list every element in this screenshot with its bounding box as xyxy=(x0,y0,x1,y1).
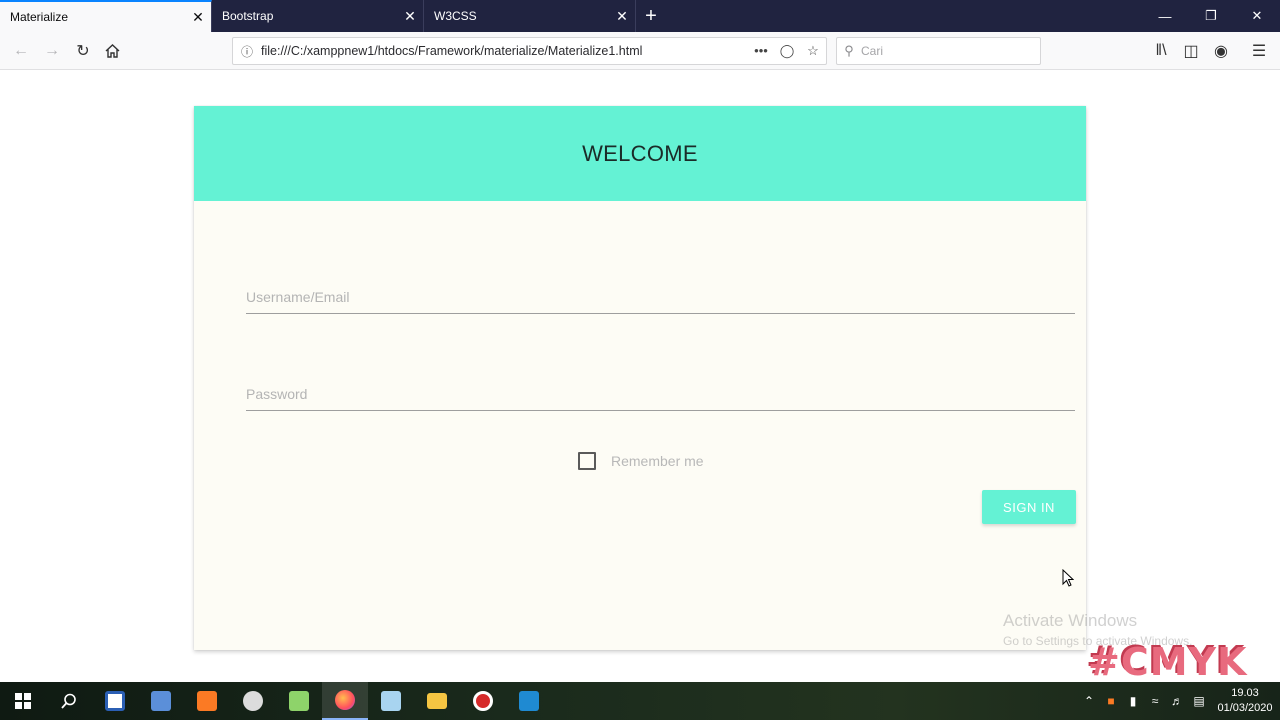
url-text[interactable]: file:///C:/xamppnew1/htdocs/Framework/ma… xyxy=(261,44,748,58)
home-icon[interactable] xyxy=(97,32,127,70)
search-icon: ⚲ xyxy=(844,43,854,58)
username-field xyxy=(246,274,1075,314)
forward-icon[interactable]: → xyxy=(37,32,67,70)
search-icon[interactable] xyxy=(46,682,92,720)
bookmark-star-icon[interactable]: ☆ xyxy=(800,43,826,59)
info-icon[interactable]: ⓘ xyxy=(233,43,261,60)
login-card: WELCOME Remember me SIGN IN xyxy=(194,106,1086,650)
paint-icon[interactable] xyxy=(230,682,276,720)
close-tab-icon[interactable]: ✕ xyxy=(397,0,423,32)
firefox-icon[interactable] xyxy=(322,682,368,720)
xampp-tray-icon[interactable]: ■ xyxy=(1100,694,1122,708)
chevron-up-icon[interactable]: ⌃ xyxy=(1078,694,1100,708)
search-input[interactable] xyxy=(861,44,1031,58)
wifi-icon[interactable]: ≈ xyxy=(1144,694,1166,708)
page-viewport: WELCOME Remember me SIGN IN Activate Win… xyxy=(0,70,1280,684)
mouse-cursor-icon xyxy=(1062,569,1074,587)
page-actions-icon[interactable]: ••• xyxy=(748,43,774,59)
windows-taskbar: ⌃ ■ ▮ ≈ ♬ ▤ 19.03 01/03/2020 xyxy=(0,682,1280,720)
new-tab-icon[interactable]: + xyxy=(636,0,666,32)
remember-label: Remember me xyxy=(611,453,704,469)
restore-icon[interactable]: ❐ xyxy=(1188,0,1234,32)
address-bar[interactable]: ⓘ file:///C:/xamppnew1/htdocs/Framework/… xyxy=(232,37,827,65)
search-bar[interactable]: ⚲ xyxy=(836,37,1041,65)
tab-label: Bootstrap xyxy=(222,9,274,23)
window-controls: — ❐ ✕ xyxy=(1142,0,1280,32)
file-explorer-icon[interactable] xyxy=(414,682,460,720)
pocket-icon[interactable]: ◯ xyxy=(774,43,800,59)
cmyk-watermark: #CMYK xyxy=(1088,640,1248,684)
remember-checkbox[interactable] xyxy=(578,452,596,470)
reload-icon[interactable]: ↻ xyxy=(68,32,98,70)
browser-tab-bar: Materialize ✕ Bootstrap ✕ W3CSS ✕ + — ❐ … xyxy=(0,0,1280,32)
page-title: WELCOME xyxy=(582,140,698,166)
clock[interactable]: 19.03 01/03/2020 xyxy=(1210,686,1280,716)
battery-icon[interactable]: ▮ xyxy=(1122,694,1144,708)
box-icon[interactable] xyxy=(138,682,184,720)
notification-icon[interactable]: ▤ xyxy=(1188,694,1210,708)
tab-w3css[interactable]: W3CSS ✕ xyxy=(424,0,636,32)
card-header: WELCOME xyxy=(194,106,1086,201)
close-window-icon[interactable]: ✕ xyxy=(1234,0,1280,32)
close-tab-icon[interactable]: ✕ xyxy=(609,0,635,32)
tab-label: W3CSS xyxy=(434,9,477,23)
minimize-icon[interactable]: — xyxy=(1142,0,1188,32)
password-field xyxy=(246,371,1075,411)
signin-button[interactable]: SIGN IN xyxy=(982,490,1076,524)
recorder-icon[interactable] xyxy=(460,682,506,720)
cube-icon[interactable] xyxy=(368,682,414,720)
clock-date: 01/03/2020 xyxy=(1217,702,1273,714)
clock-time: 19.03 xyxy=(1231,687,1259,699)
store-icon[interactable] xyxy=(92,682,138,720)
close-tab-icon[interactable]: ✕ xyxy=(185,1,211,33)
username-input[interactable] xyxy=(246,274,1075,313)
system-tray: ⌃ ■ ▮ ≈ ♬ ▤ 19.03 01/03/2020 xyxy=(1078,682,1280,720)
tab-bootstrap[interactable]: Bootstrap ✕ xyxy=(212,0,424,32)
sidebar-icon[interactable]: ◫ xyxy=(1176,32,1206,70)
windows-start-icon[interactable] xyxy=(0,682,46,720)
tab-materialize[interactable]: Materialize ✕ xyxy=(0,0,212,32)
notepad-icon[interactable] xyxy=(276,682,322,720)
back-icon[interactable]: ← xyxy=(6,32,36,70)
library-icon[interactable]: ‖\ xyxy=(1146,32,1176,70)
remember-me[interactable]: Remember me xyxy=(578,452,704,470)
vscode-icon[interactable] xyxy=(506,682,552,720)
password-input[interactable] xyxy=(246,371,1075,410)
tab-label: Materialize xyxy=(10,10,69,24)
browser-toolbar: ← → ↻ ⓘ file:///C:/xamppnew1/htdocs/Fram… xyxy=(0,32,1280,70)
xampp-icon[interactable] xyxy=(184,682,230,720)
menu-icon[interactable]: ☰ xyxy=(1244,32,1274,70)
volume-icon[interactable]: ♬ xyxy=(1166,694,1188,708)
account-icon[interactable]: ◉ xyxy=(1206,32,1236,70)
activate-title: Activate Windows xyxy=(1003,611,1138,630)
